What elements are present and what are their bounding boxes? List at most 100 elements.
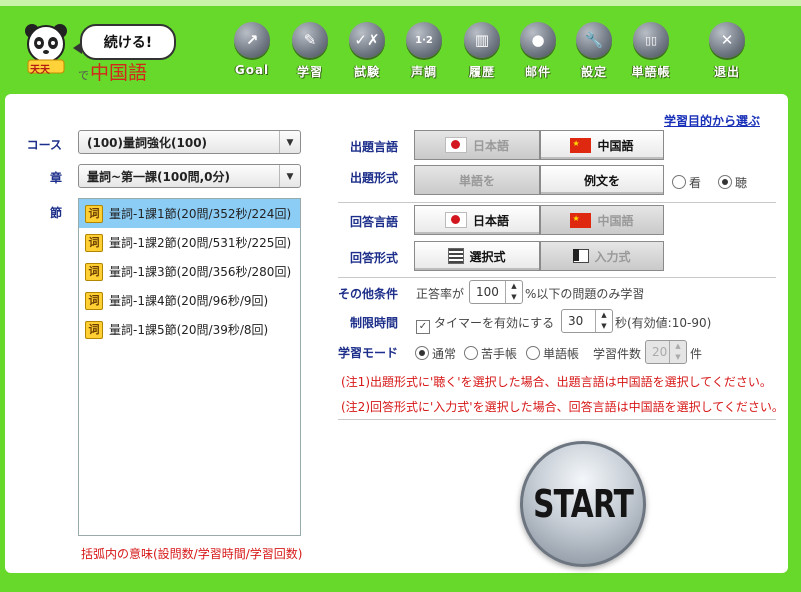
user-silhouette-icon: ● (520, 22, 556, 58)
divider (338, 202, 776, 203)
section-item-text: 量詞-1課5節(20問/39秒/8回) (109, 323, 269, 337)
stepper-down-icon[interactable]: ▼ (596, 321, 612, 332)
nav-settings-label: 設定 (580, 65, 607, 79)
listen-option-label: 聴 (735, 176, 748, 190)
answer-language-chinese-label: 中国語 (597, 213, 634, 228)
warning-note-2: (注2)回答形式に'入力式'を選択した場合、回答言語は中国語を選択してください。 (341, 400, 784, 414)
question-language-japanese-label: 日本語 (472, 138, 509, 153)
question-language-chinese-label: 中国語 (597, 138, 634, 153)
listen-option[interactable]: 聴 (718, 174, 747, 191)
study-count-value: 20 (652, 345, 668, 359)
nav-tone[interactable]: 1·2 声調 (397, 22, 451, 80)
nav-mail[interactable]: ● 邮件 (511, 22, 565, 80)
answer-language-japanese-label: 日本語 (472, 213, 509, 228)
mode-vocab-radio[interactable] (526, 346, 540, 360)
japan-flag-icon (444, 137, 467, 153)
nav-goal-label: Goal (234, 63, 270, 77)
bar-chart-icon: ▥ (464, 22, 500, 58)
list-item[interactable]: 词 量詞-1課4節(20問/96秒/9回) (79, 286, 300, 315)
main-panel: 学習目的から選ぶ コース (100)量詞強化(100) ▼ 章 量詞~第一課(1… (5, 94, 788, 573)
timer-option[interactable]: ✓ タイマーを有効にする (416, 314, 554, 334)
list-item[interactable]: 词 量詞-1課2節(20問/531秒/225回) (79, 228, 300, 257)
question-format-word[interactable]: 単語を (414, 165, 540, 195)
answer-format-choice[interactable]: 選択式 (414, 241, 540, 271)
nav-tone-label: 声調 (410, 65, 437, 79)
mode-normal-radio[interactable] (415, 346, 429, 360)
mode-weak-option[interactable]: 苦手帳 (464, 345, 517, 362)
answer-language-japanese[interactable]: 日本語 (414, 205, 540, 235)
start-button-label: START (532, 482, 634, 526)
nav-exam[interactable]: ✓✗ 試験 (340, 22, 394, 80)
section-note: 括弧内の意味(設問数/学習時間/学習回数) (81, 547, 303, 561)
nav-settings[interactable]: 🔧 設定 (567, 22, 621, 80)
nav-exit-label: 退出 (713, 65, 740, 79)
list-item[interactable]: 词 量詞-1課3節(20問/356秒/280回) (79, 257, 300, 286)
answer-format-input-label: 入力式 (594, 249, 631, 264)
listen-radio[interactable] (718, 175, 732, 189)
close-icon: ✕ (709, 22, 745, 58)
chevron-down-icon: ▼ (279, 165, 300, 187)
section-item-text: 量詞-1課1節(20問/352秒/224回) (109, 207, 292, 221)
answer-language-chinese[interactable]: ★ 中国語 (540, 205, 664, 235)
answer-format-input[interactable]: 入力式 (540, 241, 664, 271)
top-nav: ↗ Goal ✎ 学習 ✓✗ 試験 1·2 声調 ▥ 履歴 ● 邮件 🔧 設定 … (0, 22, 801, 84)
answer-format-choice-label: 選択式 (469, 249, 506, 264)
nav-goal[interactable]: ↗ Goal (225, 22, 279, 77)
section-item-text: 量詞-1課2節(20問/531秒/225回) (109, 236, 292, 250)
book-icon: ▯▯ (633, 22, 669, 58)
stepper-up-icon[interactable]: ▲ (670, 341, 686, 352)
accuracy-prefix: 正答率が (416, 287, 465, 301)
timer-suffix: 秒(有効値:10-90) (615, 316, 712, 330)
accuracy-value: 100 (476, 285, 499, 299)
mode-normal-label: 通常 (432, 347, 457, 361)
divider (338, 277, 776, 278)
question-format-label: 出題形式 (350, 171, 399, 185)
section-list[interactable]: 词 量詞-1課1節(20問/352秒/224回) 词 量詞-1課2節(20問/5… (78, 198, 301, 536)
timer-option-label: タイマーを有効にする (434, 316, 555, 330)
mode-weak-radio[interactable] (464, 346, 478, 360)
nav-study[interactable]: ✎ 学習 (283, 22, 337, 80)
question-format-sentence[interactable]: 例文を (540, 165, 664, 195)
view-option[interactable]: 看 (672, 174, 701, 191)
nav-exam-label: 試験 (353, 65, 380, 79)
mode-vocab-option[interactable]: 単語帳 (526, 345, 579, 362)
stepper-down-icon[interactable]: ▼ (670, 352, 686, 363)
nav-vocab-label: 単語帳 (631, 65, 671, 79)
timer-checkbox[interactable]: ✓ (416, 320, 430, 334)
start-button[interactable]: START (520, 441, 646, 567)
divider (338, 419, 776, 420)
time-limit-label: 制限時間 (350, 316, 399, 330)
nav-exit[interactable]: ✕ 退出 (700, 22, 754, 80)
list-item[interactable]: 词 量詞-1課5節(20問/39秒/8回) (79, 315, 300, 344)
view-option-label: 看 (689, 176, 702, 190)
chapter-select-value: 量詞~第一課(100問,0分) (87, 170, 230, 184)
text-input-icon (573, 249, 590, 263)
choose-by-purpose-link[interactable]: 学習目的から選ぶ (664, 112, 760, 129)
view-radio[interactable] (672, 175, 686, 189)
chevron-down-icon: ▼ (279, 131, 300, 153)
question-language-chinese[interactable]: ★ 中国語 (540, 130, 664, 160)
list-item[interactable]: 词 量詞-1課1節(20問/352秒/224回) (79, 199, 300, 228)
answer-format-label: 回答形式 (350, 251, 399, 265)
nav-vocab[interactable]: ▯▯ 単語帳 (624, 22, 678, 80)
section-icon: 词 (85, 233, 103, 252)
japan-flag-icon (444, 212, 467, 228)
chapter-label: 章 (49, 171, 62, 185)
course-select-value: (100)量詞強化(100) (87, 136, 208, 150)
section-item-text: 量詞-1課4節(20問/96秒/9回) (109, 294, 269, 308)
warning-note-1: (注1)出題形式に'聴く'を選択した場合、出題言語は中国語を選択してください。 (341, 375, 772, 389)
timer-stepper[interactable]: 30 ▲ ▼ (561, 309, 613, 333)
question-language-japanese[interactable]: 日本語 (414, 130, 540, 160)
mode-normal-option[interactable]: 通常 (415, 345, 456, 362)
course-select[interactable]: (100)量詞強化(100) ▼ (78, 130, 301, 154)
section-icon: 词 (85, 320, 103, 339)
course-label: コース (26, 138, 62, 152)
chapter-select[interactable]: 量詞~第一課(100問,0分) ▼ (78, 164, 301, 188)
stepper-up-icon[interactable]: ▲ (596, 310, 612, 321)
top-strip (0, 0, 801, 6)
stepper-up-icon[interactable]: ▲ (506, 281, 522, 292)
stepper-down-icon[interactable]: ▼ (506, 292, 522, 303)
study-count-stepper[interactable]: 20 ▲ ▼ (645, 340, 687, 364)
accuracy-stepper[interactable]: 100 ▲ ▼ (469, 280, 523, 304)
nav-history[interactable]: ▥ 履歴 (455, 22, 509, 80)
